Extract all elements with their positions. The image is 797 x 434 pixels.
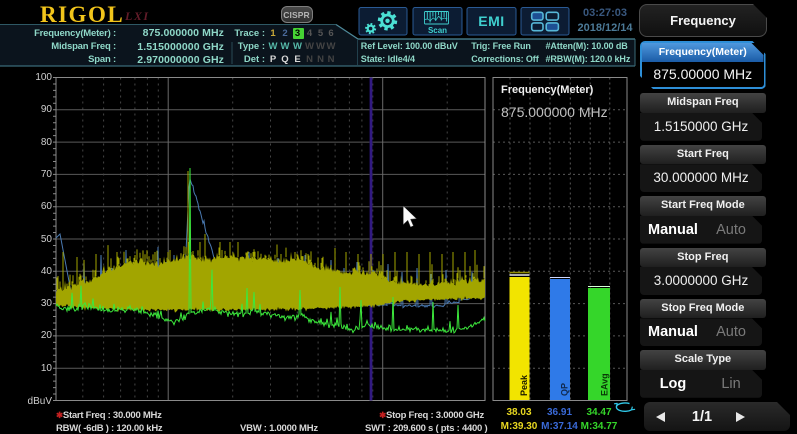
svg-text:EAvg: EAvg [600,373,610,396]
svg-text:QP: QP [560,383,570,396]
svg-text:Peak: Peak [519,374,529,396]
